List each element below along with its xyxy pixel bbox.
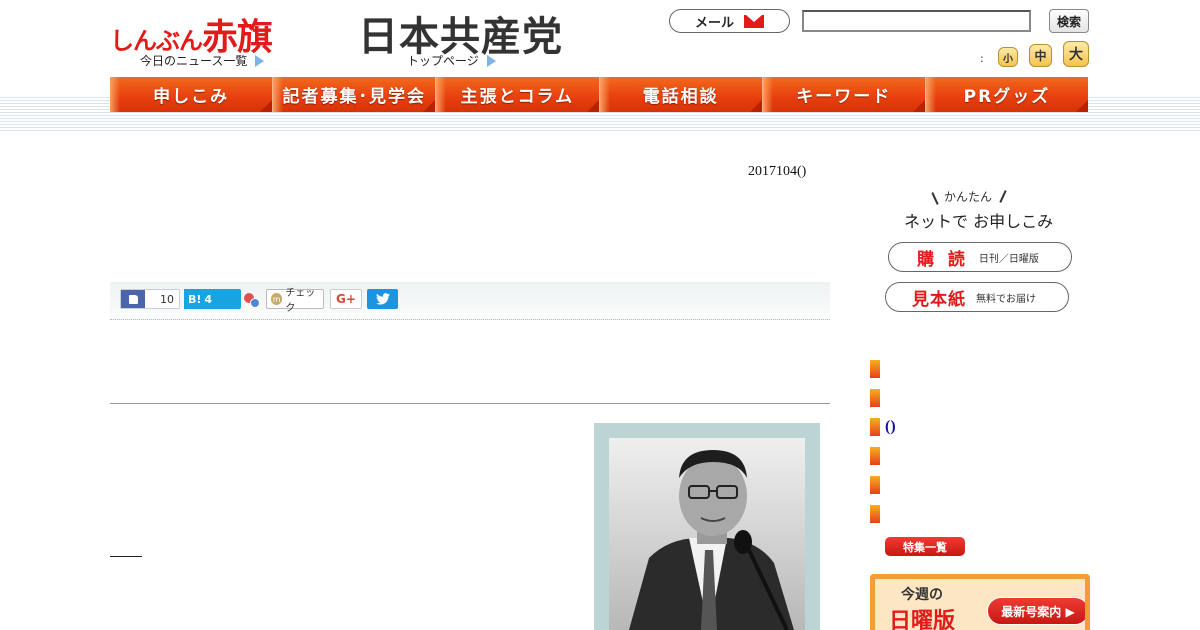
subscribe-button[interactable]: 購 読 日刊／日曜版 xyxy=(888,242,1072,272)
google-plus-button[interactable]: G+ xyxy=(330,289,362,309)
mixi-label: チェック xyxy=(285,288,316,314)
list-bullet xyxy=(870,360,880,378)
site-header: しんぶん赤旗 今日のニュース一覧 日本共産党 トップページ メール 検索 : 小… xyxy=(0,0,1200,76)
share-bar: 10 B! 4 m チェック G+ xyxy=(110,282,830,320)
mixi-check-button[interactable]: m チェック xyxy=(266,288,324,314)
top-page-link[interactable]: トップページ xyxy=(407,52,496,69)
list-bullet xyxy=(870,476,880,494)
thumbs-up-icon xyxy=(121,290,145,308)
mail-button[interactable]: メール xyxy=(669,9,790,33)
subscribe-label: 購 読 xyxy=(917,249,969,270)
twitter-button[interactable] xyxy=(367,289,398,309)
play-arrow-icon xyxy=(486,54,496,67)
hatena-count: 4 xyxy=(204,292,213,306)
short-rule xyxy=(110,556,142,557)
net-apply-heading: かんたん ネットで お申しこみ xyxy=(904,188,1064,231)
article-photo xyxy=(609,438,805,630)
hatena-bookmark-button[interactable]: B! 4 xyxy=(184,289,241,309)
font-large-button[interactable]: 大 xyxy=(1063,41,1089,67)
list-bullet xyxy=(870,389,880,407)
sunday-edition-banner[interactable]: 今週の 日曜版 最新号案内 ▶ xyxy=(870,574,1090,630)
akahata-logo-small: しんぶん xyxy=(110,27,203,55)
mail-label: メール xyxy=(694,15,734,31)
accent-slash-left xyxy=(931,192,939,205)
news-list-link[interactable]: 今日のニュース一覧 xyxy=(140,52,265,69)
sidebar-link[interactable]: () xyxy=(885,418,896,436)
sample-sub-label: 無料でお届け xyxy=(976,293,1036,305)
article-divider xyxy=(110,403,830,404)
news-list-label: 今日のニュース一覧 xyxy=(140,54,248,68)
net-apply-label: ネットで お申しこみ xyxy=(904,212,1054,231)
kantan-label: かんたん xyxy=(944,190,993,204)
font-medium-button[interactable]: 中 xyxy=(1029,44,1052,67)
font-small-button[interactable]: 小 xyxy=(998,47,1018,67)
search-input[interactable] xyxy=(802,10,1031,32)
font-size-label: : xyxy=(980,52,984,65)
search-button[interactable]: 検索 xyxy=(1049,9,1089,33)
nav-item-editorial[interactable]: 主張とコラム xyxy=(436,77,600,112)
article-date: 2017104() xyxy=(748,164,807,179)
subscribe-sub-label: 日刊／日曜版 xyxy=(978,253,1039,265)
this-week-label: 今週の xyxy=(901,587,943,603)
feature-list-button[interactable]: 特集一覧 xyxy=(885,537,965,556)
top-page-label: トップページ xyxy=(407,54,479,68)
sunday-edition-title: 日曜版 xyxy=(889,609,956,630)
nav-item-phone[interactable]: 電話相談 xyxy=(599,77,763,112)
facebook-like-button[interactable]: 10 xyxy=(120,289,180,309)
hatena-label: B! xyxy=(188,292,202,306)
nav-item-goods[interactable]: PRグッズ xyxy=(925,77,1089,112)
nav-item-apply[interactable]: 申しこみ xyxy=(110,77,274,112)
play-arrow-icon xyxy=(255,54,265,67)
list-bullet xyxy=(870,447,880,465)
latest-issue-button[interactable]: 最新号案内 ▶ xyxy=(987,597,1085,625)
speaker-portrait-illustration xyxy=(609,438,805,630)
twitter-bird-icon xyxy=(375,293,390,305)
mixi-icon: m xyxy=(271,293,283,305)
nav-item-keyword[interactable]: キーワード xyxy=(762,77,926,112)
facebook-count: 10 xyxy=(160,292,174,306)
envelope-icon xyxy=(744,14,764,28)
main-nav: 申しこみ 記者募集･見学会 主張とコラム 電話相談 キーワード PRグッズ xyxy=(110,77,1089,112)
sample-label: 見本紙 xyxy=(912,289,966,310)
accent-slash-right xyxy=(999,190,1007,203)
list-bullet xyxy=(870,505,880,523)
nav-item-recruit[interactable]: 記者募集･見学会 xyxy=(273,77,437,112)
bookmark-dots-icon[interactable] xyxy=(244,291,262,309)
sample-paper-button[interactable]: 見本紙 無料でお届け xyxy=(885,282,1069,312)
list-bullet xyxy=(870,418,880,436)
